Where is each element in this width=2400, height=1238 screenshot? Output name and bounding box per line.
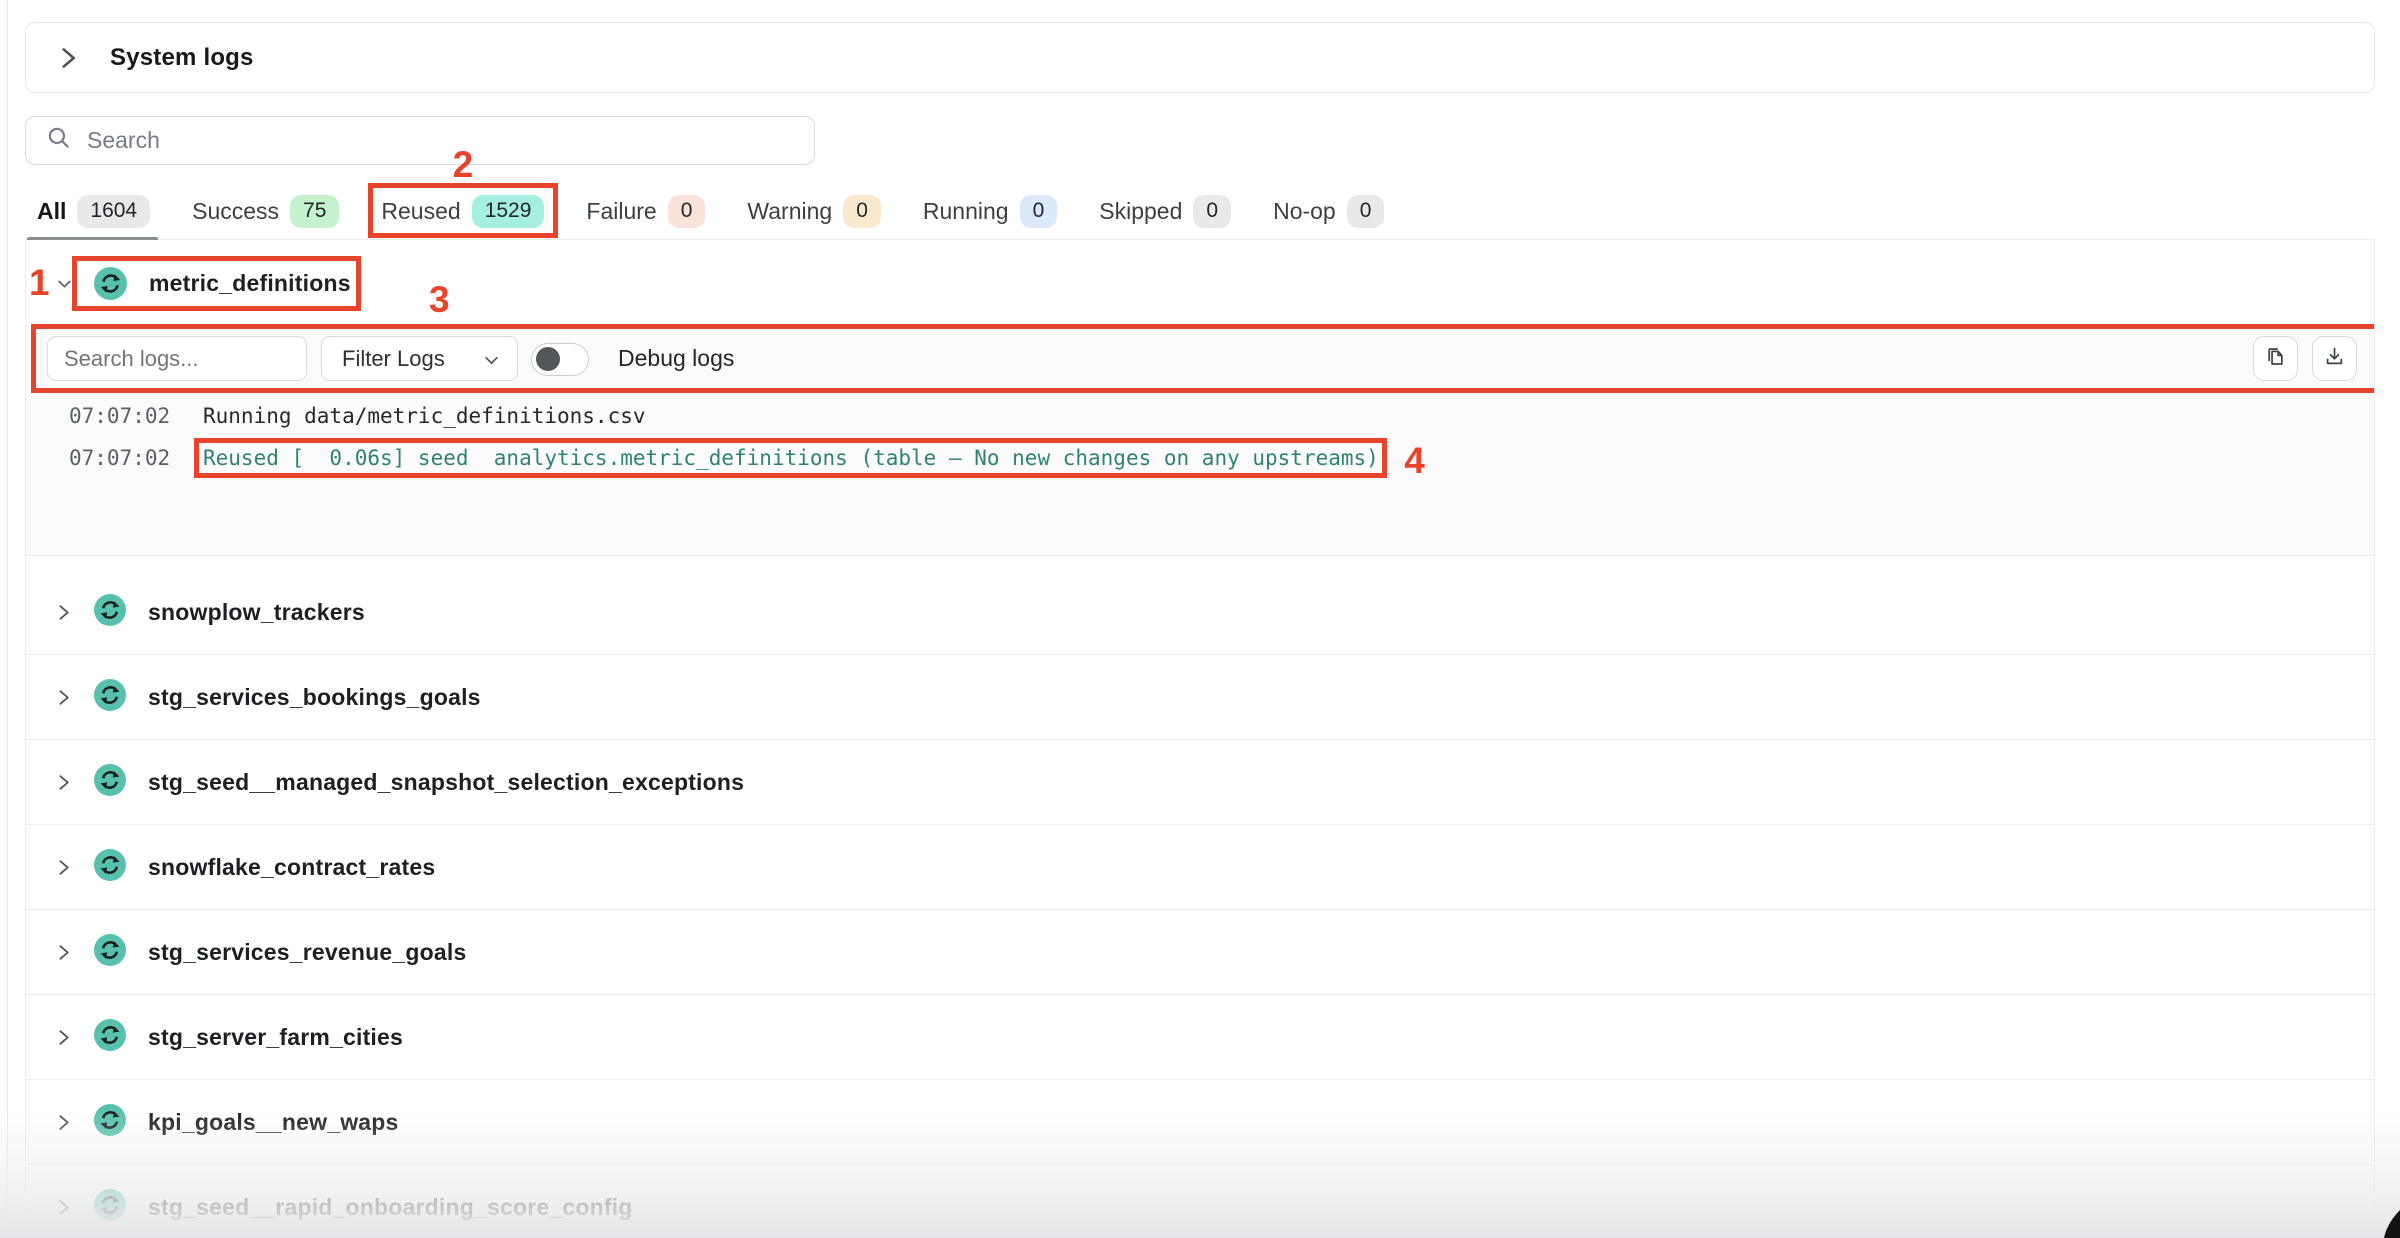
download-logs-button[interactable]	[2312, 336, 2357, 381]
reused-sync-icon	[94, 1104, 126, 1141]
tab-skipped-count: 0	[1193, 195, 1231, 227]
run-row[interactable]: snowflake_contract_rates	[26, 825, 2374, 910]
tab-all-count: 1604	[77, 195, 150, 227]
chevron-right-icon[interactable]	[58, 45, 78, 71]
run-row[interactable]: stg_seed__managed_snapshot_selection_exc…	[26, 740, 2374, 825]
log-toolbar: Filter Logs 3 Debug logs	[26, 336, 2375, 384]
tab-success[interactable]: Success 75	[192, 184, 339, 239]
filter-logs-dropdown[interactable]: Filter Logs	[321, 336, 518, 381]
run-name: stg_seed__rapid_onboarding_score_config	[148, 1194, 633, 1221]
tab-reused-count: 1529	[472, 195, 545, 227]
tab-warning[interactable]: Warning 0	[747, 184, 880, 239]
tab-noop[interactable]: No-op 0	[1273, 184, 1384, 239]
tab-running[interactable]: Running 0	[923, 184, 1057, 239]
run-name: snowflake_contract_rates	[148, 854, 435, 881]
run-name: kpi_goals__new_waps	[148, 1109, 399, 1136]
chevron-right-icon[interactable]	[56, 1198, 94, 1217]
debug-logs-label: Debug logs	[618, 345, 734, 372]
run-name: stg_services_revenue_goals	[148, 939, 466, 966]
annotation-number-3: 3	[429, 279, 450, 321]
chevron-down-icon	[484, 346, 499, 372]
reused-sync-icon	[94, 934, 126, 971]
reused-sync-icon	[94, 1019, 126, 1056]
run-row[interactable]: stg_seed__rapid_onboarding_score_config	[26, 1165, 2374, 1238]
tab-running-count: 0	[1020, 195, 1058, 227]
chevron-right-icon[interactable]	[56, 858, 94, 877]
log-search-box[interactable]	[47, 336, 307, 381]
chevron-right-icon[interactable]	[56, 943, 94, 962]
run-row-metric-definitions[interactable]: metric_definitions 1	[26, 240, 2374, 326]
log-timestamp: 07:07:02	[69, 446, 170, 470]
tab-failure-count: 0	[668, 195, 706, 227]
log-line: 07:07:02 Reused [ 0.06s] seed analytics.…	[26, 437, 2375, 479]
run-row[interactable]: kpi_goals__new_waps	[26, 1080, 2374, 1165]
run-name: snowplow_trackers	[148, 599, 365, 626]
run-row[interactable]: snowplow_trackers	[26, 570, 2374, 655]
toggle-knob	[536, 347, 560, 371]
log-search-input[interactable]	[64, 346, 290, 372]
tab-success-count: 75	[290, 195, 339, 227]
tab-skipped[interactable]: Skipped 0	[1099, 184, 1231, 239]
log-line: 07:07:02 Running data/metric_definitions…	[26, 395, 2375, 437]
annotation-number-2: 2	[453, 144, 474, 186]
left-edge-divider	[7, 0, 8, 1238]
debug-logs-toggle[interactable]	[531, 343, 589, 376]
copy-icon	[2264, 345, 2287, 373]
run-name: stg_seed__managed_snapshot_selection_exc…	[148, 769, 744, 796]
search-box[interactable]	[25, 116, 815, 165]
tab-warning-count: 0	[843, 195, 881, 227]
chevron-right-icon[interactable]	[56, 603, 94, 622]
reused-sync-icon	[94, 594, 126, 631]
status-tabs: All 1604 Success 75 Reused 1529 2 Failur…	[25, 184, 2375, 240]
run-results-list: metric_definitions 1 Filter Logs	[25, 240, 2375, 1238]
reused-sync-icon	[94, 267, 127, 300]
run-row[interactable]: stg_services_revenue_goals	[26, 910, 2374, 995]
log-panel: Filter Logs 3 Debug logs	[26, 326, 2375, 556]
page-title: System logs	[110, 44, 254, 72]
system-logs-header[interactable]: System logs	[25, 22, 2375, 93]
log-timestamp: 07:07:02	[69, 404, 170, 428]
reused-sync-icon	[94, 764, 126, 801]
filter-logs-label: Filter Logs	[342, 346, 445, 372]
annotation-number-1: 1	[29, 262, 50, 304]
run-name: metric_definitions	[149, 270, 351, 297]
chevron-right-icon[interactable]	[56, 1028, 94, 1047]
reused-sync-icon	[94, 679, 126, 716]
chevron-right-icon[interactable]	[56, 688, 94, 707]
tab-all[interactable]: All 1604	[37, 184, 150, 239]
log-output: 07:07:02 Running data/metric_definitions…	[26, 395, 2375, 479]
run-name: stg_services_bookings_goals	[148, 684, 481, 711]
log-message: Running data/metric_definitions.csv	[203, 404, 646, 428]
tab-noop-count: 0	[1347, 195, 1385, 227]
annotation-number-4: 4	[1404, 440, 1425, 482]
chevron-down-icon[interactable]	[56, 275, 94, 292]
reused-sync-icon	[94, 849, 126, 886]
search-input[interactable]	[87, 127, 798, 154]
search-icon	[46, 125, 72, 156]
tab-failure[interactable]: Failure 0	[586, 184, 705, 239]
mouse-cursor	[2378, 1210, 2400, 1238]
run-name: stg_server_farm_cities	[148, 1024, 403, 1051]
log-message-reused: Reused [ 0.06s] seed analytics.metric_de…	[203, 446, 1379, 470]
reused-sync-icon	[94, 1189, 126, 1226]
chevron-right-icon[interactable]	[56, 773, 94, 792]
run-row[interactable]: stg_server_farm_cities	[26, 995, 2374, 1080]
download-icon	[2323, 345, 2346, 373]
system-logs-page: System logs All 1604 Success 75 Reused 1…	[0, 0, 2400, 1238]
tab-reused[interactable]: Reused 1529 2	[381, 184, 544, 239]
run-row[interactable]: stg_services_bookings_goals	[26, 655, 2374, 740]
chevron-right-icon[interactable]	[56, 1113, 94, 1132]
copy-logs-button[interactable]	[2253, 336, 2298, 381]
